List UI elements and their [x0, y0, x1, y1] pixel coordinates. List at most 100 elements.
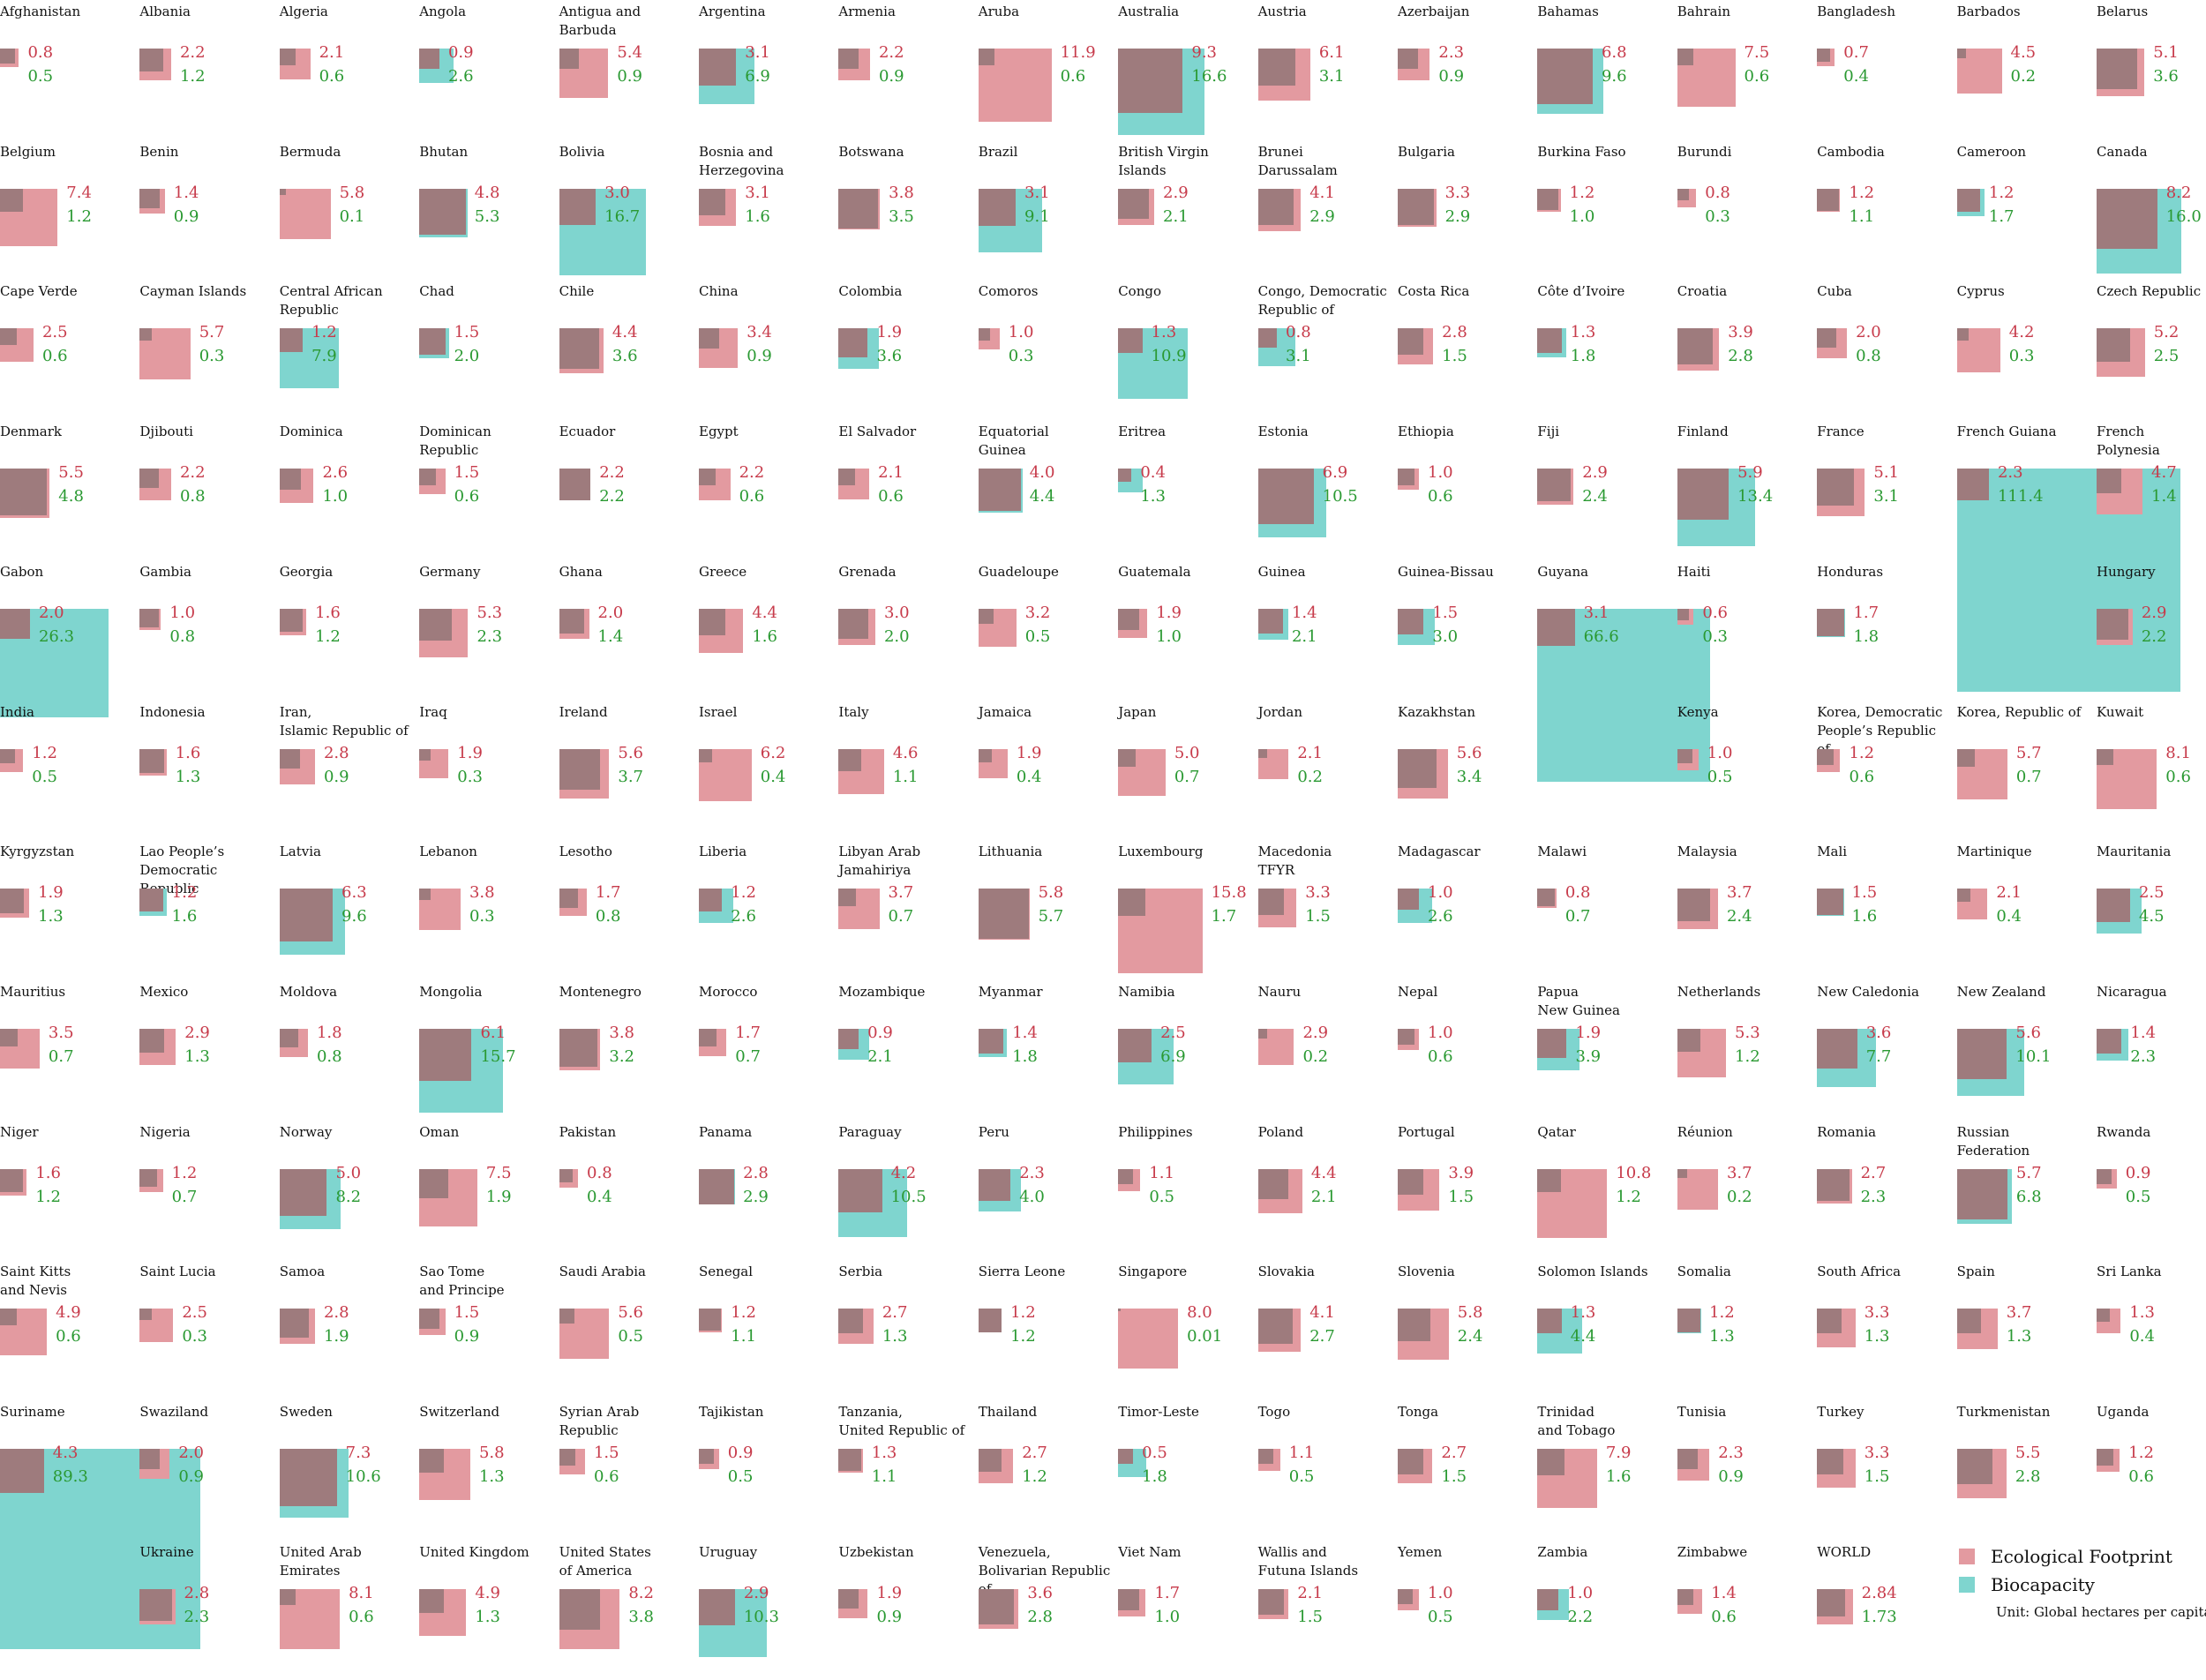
biocapacity-value: 0.7: [171, 1187, 198, 1206]
footprint-value: 3.9: [1728, 323, 1753, 342]
country-name: Nepal: [1398, 983, 1438, 1000]
footprint-value: 1.9: [876, 323, 903, 342]
biocapacity-value: 0.6: [2165, 767, 2191, 786]
footprint-value: 5.3: [1735, 1023, 1760, 1042]
biocapacity-value: 3.7: [618, 767, 644, 786]
footprint-value: 3.7: [1726, 883, 1752, 903]
footprint-value: 3.7: [888, 883, 914, 903]
country-cell: Lao People’s Democratic Republic 1.2 1.6: [139, 840, 279, 979]
country-name: Burkina Faso: [1537, 143, 1626, 160]
biocapacity-value: 2.5: [2153, 347, 2180, 366]
country-name: Ukraine: [139, 1543, 194, 1560]
country-name: Sao Tome and Principe: [419, 1264, 505, 1299]
footprint-value: 7.5: [485, 1163, 512, 1182]
footprint-value: 2.8: [323, 1303, 349, 1323]
overlap-square: [1677, 1168, 1687, 1179]
footprint-value: 3.3: [1864, 1444, 1890, 1462]
footprint-value: 1.2: [171, 883, 198, 903]
footprint-value: 3.8: [609, 1023, 635, 1042]
biocapacity-value: 1.0: [1154, 1607, 1181, 1626]
country-name: Botswana: [838, 143, 904, 160]
overlap-square: [1956, 1168, 2007, 1219]
footprint-value: 3.0: [883, 603, 910, 622]
country-name: Estonia: [1257, 424, 1309, 440]
biocapacity-value: 1.0: [1569, 206, 1595, 226]
overlap-square: [559, 188, 597, 226]
country-name: Turkmenistan: [1956, 1404, 2051, 1420]
overlap-square: [1817, 608, 1845, 637]
country-cell: Gabon 2.0 26.3: [0, 560, 139, 717]
footprint-value: 2.5: [41, 323, 68, 342]
overlap-square: [699, 1309, 722, 1331]
biocapacity-value: 10.6: [345, 1467, 381, 1486]
country-cell: Australia 9.3 16.6: [1118, 0, 1257, 139]
country-cell: Moldova 1.8 0.8: [279, 980, 419, 1120]
footprint-value: 5.7: [2015, 1163, 2042, 1182]
country-cell: Kuwait 8.1 0.6: [2097, 701, 2206, 840]
overlap-square: [559, 1588, 601, 1631]
biocapacity-value: 1.5: [1864, 1467, 1890, 1486]
footprint-value: 5.6: [1456, 743, 1482, 762]
biocapacity-value: 15.7: [480, 1046, 516, 1066]
country-name: Oman: [419, 1123, 460, 1140]
biocapacity-value: 2.2: [599, 487, 625, 506]
overlap-square: [0, 328, 17, 345]
country-cell: Somalia 1.2 1.3: [1677, 1260, 1817, 1399]
country-cell: Namibia 2.5 6.9: [1118, 980, 1257, 1120]
overlap-square: [1118, 1588, 1140, 1610]
biocapacity-value: 0.3: [1008, 347, 1034, 366]
footprint-value: 2.8: [323, 743, 349, 762]
biocapacity-value: 0.4: [1016, 767, 1042, 786]
biocapacity-value: 3.6: [2153, 67, 2179, 86]
overlap-square: [1677, 1028, 1701, 1053]
footprint-value: 3.3: [1305, 883, 1331, 903]
footprint-value: 0.8: [27, 43, 54, 62]
biocapacity-value: 5.7: [1038, 907, 1064, 926]
biocapacity-value: 2.2: [2141, 626, 2167, 646]
country-name: Tonga: [1398, 1404, 1439, 1420]
footprint-value: 3.4: [747, 323, 772, 342]
footprint-value: 5.6: [618, 1303, 644, 1323]
country-cell: United States of America 8.2 3.8: [559, 1541, 699, 1680]
country-name: Myanmar: [978, 983, 1043, 1000]
footprint-value: 1.7: [1853, 603, 1880, 622]
footprint-value: 0.4: [1140, 463, 1166, 483]
footprint-value: 1.2: [1569, 183, 1595, 202]
footprint-value: 4.5: [2010, 43, 2037, 62]
biocapacity-value: 2.0: [454, 347, 480, 366]
biocapacity-value: 0.4: [2129, 1327, 2155, 1346]
overlap-square: [2097, 188, 2157, 250]
biocapacity-value: 3.6: [612, 347, 638, 366]
overlap-square: [699, 328, 719, 349]
overlap-square: [559, 889, 579, 908]
biocapacity-value: 3.0: [1432, 626, 1459, 646]
overlap-square: [1398, 748, 1437, 788]
country-cell: Guatemala 1.9 1.0: [1118, 560, 1257, 700]
country-cell: Burundi 0.8 0.3: [1677, 140, 1817, 280]
overlap-square: [279, 1449, 337, 1506]
biocapacity-value: 0.3: [199, 347, 225, 366]
footprint-value: 1.9: [457, 743, 483, 762]
overlap-square: [1677, 748, 1692, 764]
country-name: Bangladesh: [1817, 4, 1895, 19]
biocapacity-value: 0.6: [1428, 1046, 1453, 1066]
overlap-square: [978, 608, 994, 624]
biocapacity-value: 10.3: [743, 1607, 779, 1626]
footprint-value: 3.7: [1726, 1163, 1752, 1182]
country-name: Singapore: [1118, 1264, 1188, 1280]
overlap-square: [1956, 1449, 1992, 1485]
country-name: Argentina: [699, 4, 766, 19]
biocapacity-value: 0.4: [760, 767, 786, 786]
country-cell: Iran, Islamic Republic of 2.8 0.9: [279, 701, 419, 840]
country-cell: Sri Lanka 1.3 0.4: [2097, 1260, 2206, 1399]
overlap-square: [978, 889, 1030, 940]
biocapacity-value: 0.5: [1024, 626, 1051, 646]
biocapacity-value: 0.5: [2125, 1187, 2151, 1206]
biocapacity-value: 1.7: [1988, 206, 2015, 226]
footprint-value: 1.2: [171, 1163, 198, 1182]
footprint-value: 5.6: [2015, 1023, 2042, 1042]
country-cell: Trinidad and Tobago 7.9 1.6: [1537, 1400, 1677, 1540]
overlap-square: [2097, 328, 2130, 363]
footprint-value: 1.3: [2129, 1303, 2155, 1323]
footprint-value: 2.3: [1019, 1163, 1045, 1182]
